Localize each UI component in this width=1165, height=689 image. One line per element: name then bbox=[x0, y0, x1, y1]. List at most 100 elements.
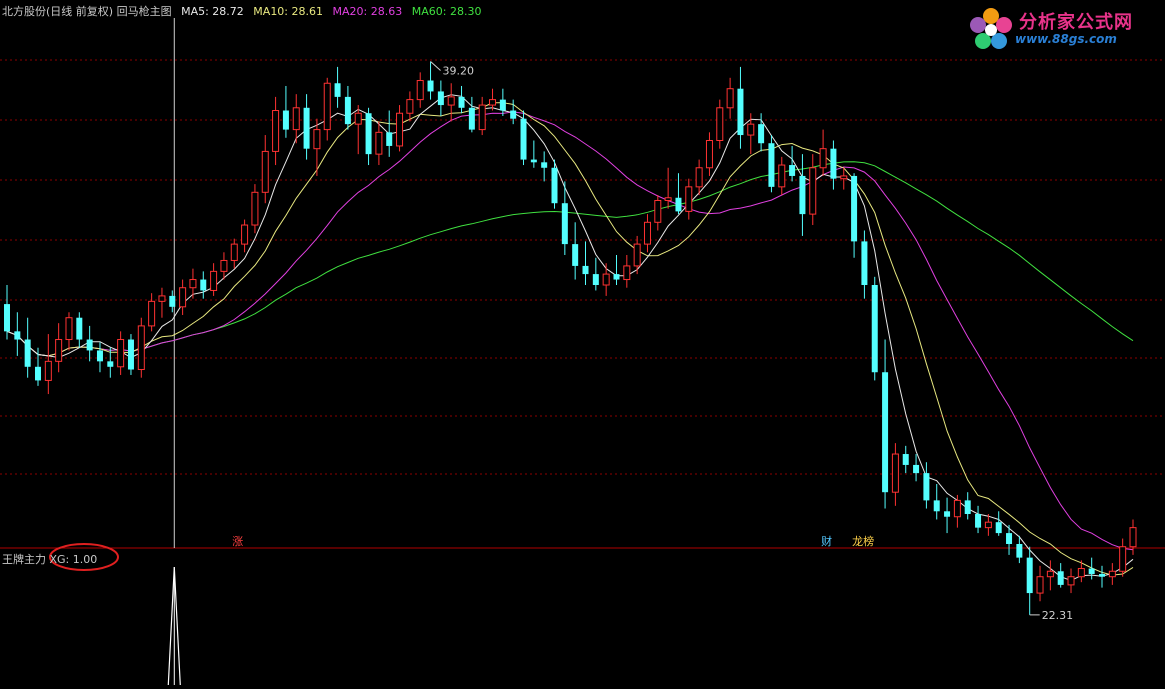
ma10-label: MA10: 28.61 bbox=[253, 5, 324, 18]
candle-body-up bbox=[210, 270, 218, 291]
candle-body-up bbox=[1108, 570, 1116, 578]
candle-body-up bbox=[323, 82, 331, 131]
ma5-line bbox=[6, 94, 1134, 582]
candle-body-up bbox=[633, 243, 641, 267]
candle-body-up bbox=[44, 360, 52, 381]
candle-body-up bbox=[261, 150, 269, 193]
candle-body-up bbox=[819, 148, 827, 169]
candle-body-down bbox=[933, 500, 940, 512]
candle-body-down bbox=[365, 113, 372, 155]
candle-body-down bbox=[902, 454, 909, 465]
candle-body-down bbox=[458, 96, 465, 108]
stock-title: 北方股份(日线 前复权) 回马枪主图 bbox=[2, 5, 172, 18]
candle-body-down bbox=[530, 159, 537, 163]
candle-body-up bbox=[705, 140, 713, 169]
ma60-line bbox=[6, 161, 1134, 357]
candle-body-down bbox=[96, 350, 103, 362]
candle-body-down bbox=[4, 304, 10, 332]
candle-body-up bbox=[654, 199, 662, 223]
candle-body-up bbox=[984, 521, 992, 529]
candle-body-up bbox=[65, 317, 73, 341]
ma10-line bbox=[6, 102, 1134, 576]
candle-body-down bbox=[169, 295, 176, 307]
logo-url: www.88gs.com bbox=[1015, 32, 1117, 46]
candle-body-up bbox=[416, 80, 424, 101]
candle-body-up bbox=[396, 112, 404, 147]
candle-body-up bbox=[1129, 527, 1137, 548]
candle-body-up bbox=[891, 453, 899, 493]
candle-body-down bbox=[1026, 557, 1033, 594]
candle-body-up bbox=[623, 265, 631, 281]
candle-body-down bbox=[882, 372, 889, 493]
candle-body-down bbox=[344, 96, 351, 125]
candle-body-down bbox=[1088, 568, 1095, 574]
candle-body-up bbox=[809, 167, 817, 215]
candle-body-down bbox=[200, 279, 207, 291]
kline-chart[interactable]: 39.20 22.31 涨 财 龙榜 bbox=[0, 0, 1165, 686]
indicator-header: 王牌主力 XG: 1.00 bbox=[2, 551, 97, 567]
candle-body-up bbox=[1046, 570, 1054, 578]
high-price-label: 39.20 bbox=[443, 64, 475, 77]
candle-body-down bbox=[541, 162, 548, 168]
logo-name: 分析家公式网 bbox=[1019, 12, 1133, 33]
candle-body-up bbox=[726, 88, 734, 109]
candle-body-up bbox=[272, 110, 280, 152]
candle-body-down bbox=[76, 317, 83, 340]
candle-body-down bbox=[468, 107, 475, 130]
candle-body-up bbox=[1077, 568, 1085, 578]
candle-body-up bbox=[840, 175, 848, 180]
candle-body-down bbox=[386, 132, 393, 146]
ma20-label: MA20: 28.63 bbox=[332, 5, 403, 18]
candle-body-up bbox=[716, 107, 724, 142]
candle-body-up bbox=[158, 295, 166, 302]
candle-body-up bbox=[664, 197, 672, 201]
candle-body-down bbox=[830, 148, 837, 179]
candle-body-up bbox=[747, 123, 755, 136]
candle-body-up bbox=[602, 273, 610, 286]
candle-body-down bbox=[582, 265, 589, 275]
candle-body-down bbox=[1057, 571, 1064, 585]
candle-body-up bbox=[220, 259, 228, 272]
candle-body-up bbox=[241, 224, 249, 245]
candle-body-down bbox=[14, 331, 21, 340]
candle-body-down bbox=[520, 118, 527, 160]
candle-body-down bbox=[964, 500, 971, 515]
candle-body-up bbox=[251, 191, 259, 226]
candle-body-down bbox=[768, 143, 775, 187]
candle-body-down bbox=[789, 165, 796, 176]
candle-body-down bbox=[437, 91, 444, 106]
candle-body-up bbox=[375, 131, 383, 155]
candle-body-up bbox=[137, 325, 145, 371]
candle-body-down bbox=[24, 339, 31, 367]
marker-longhu[interactable]: 龙榜 bbox=[852, 534, 874, 548]
candle-body-down bbox=[303, 107, 310, 149]
candle-body-up bbox=[230, 243, 238, 261]
candle-body-down bbox=[675, 197, 682, 212]
candle-body-down bbox=[995, 522, 1002, 534]
candle-body-down bbox=[613, 274, 620, 280]
candle-body-up bbox=[695, 167, 703, 188]
marker-zhang[interactable]: 涨 bbox=[232, 535, 243, 548]
candle-body-down bbox=[851, 175, 858, 242]
candle-body-down bbox=[737, 88, 744, 136]
candle-body-down bbox=[427, 80, 434, 92]
indicator-name: 王牌主力 bbox=[2, 553, 46, 566]
candle-body-down bbox=[107, 361, 114, 367]
candle-body-up bbox=[179, 287, 187, 308]
candle-body-down bbox=[1016, 544, 1023, 558]
candle-body-up bbox=[643, 221, 651, 245]
candle-body-down bbox=[758, 124, 765, 144]
candle-body-up bbox=[1036, 576, 1044, 594]
candle-body-down bbox=[572, 244, 579, 266]
high-pointer bbox=[430, 61, 441, 71]
indicator-value: XG: 1.00 bbox=[49, 553, 98, 566]
candle-body-down bbox=[871, 285, 878, 373]
candle-body-up bbox=[953, 499, 961, 518]
candle-body-down bbox=[510, 110, 517, 119]
candle-body-down bbox=[34, 366, 41, 381]
site-logo: 分析家公式网 www.88gs.com bbox=[967, 6, 1157, 54]
candle-body-up bbox=[354, 112, 362, 125]
candle-body-down bbox=[592, 274, 599, 285]
ma20-line bbox=[6, 111, 1134, 551]
marker-cai[interactable]: 财 bbox=[821, 534, 832, 548]
